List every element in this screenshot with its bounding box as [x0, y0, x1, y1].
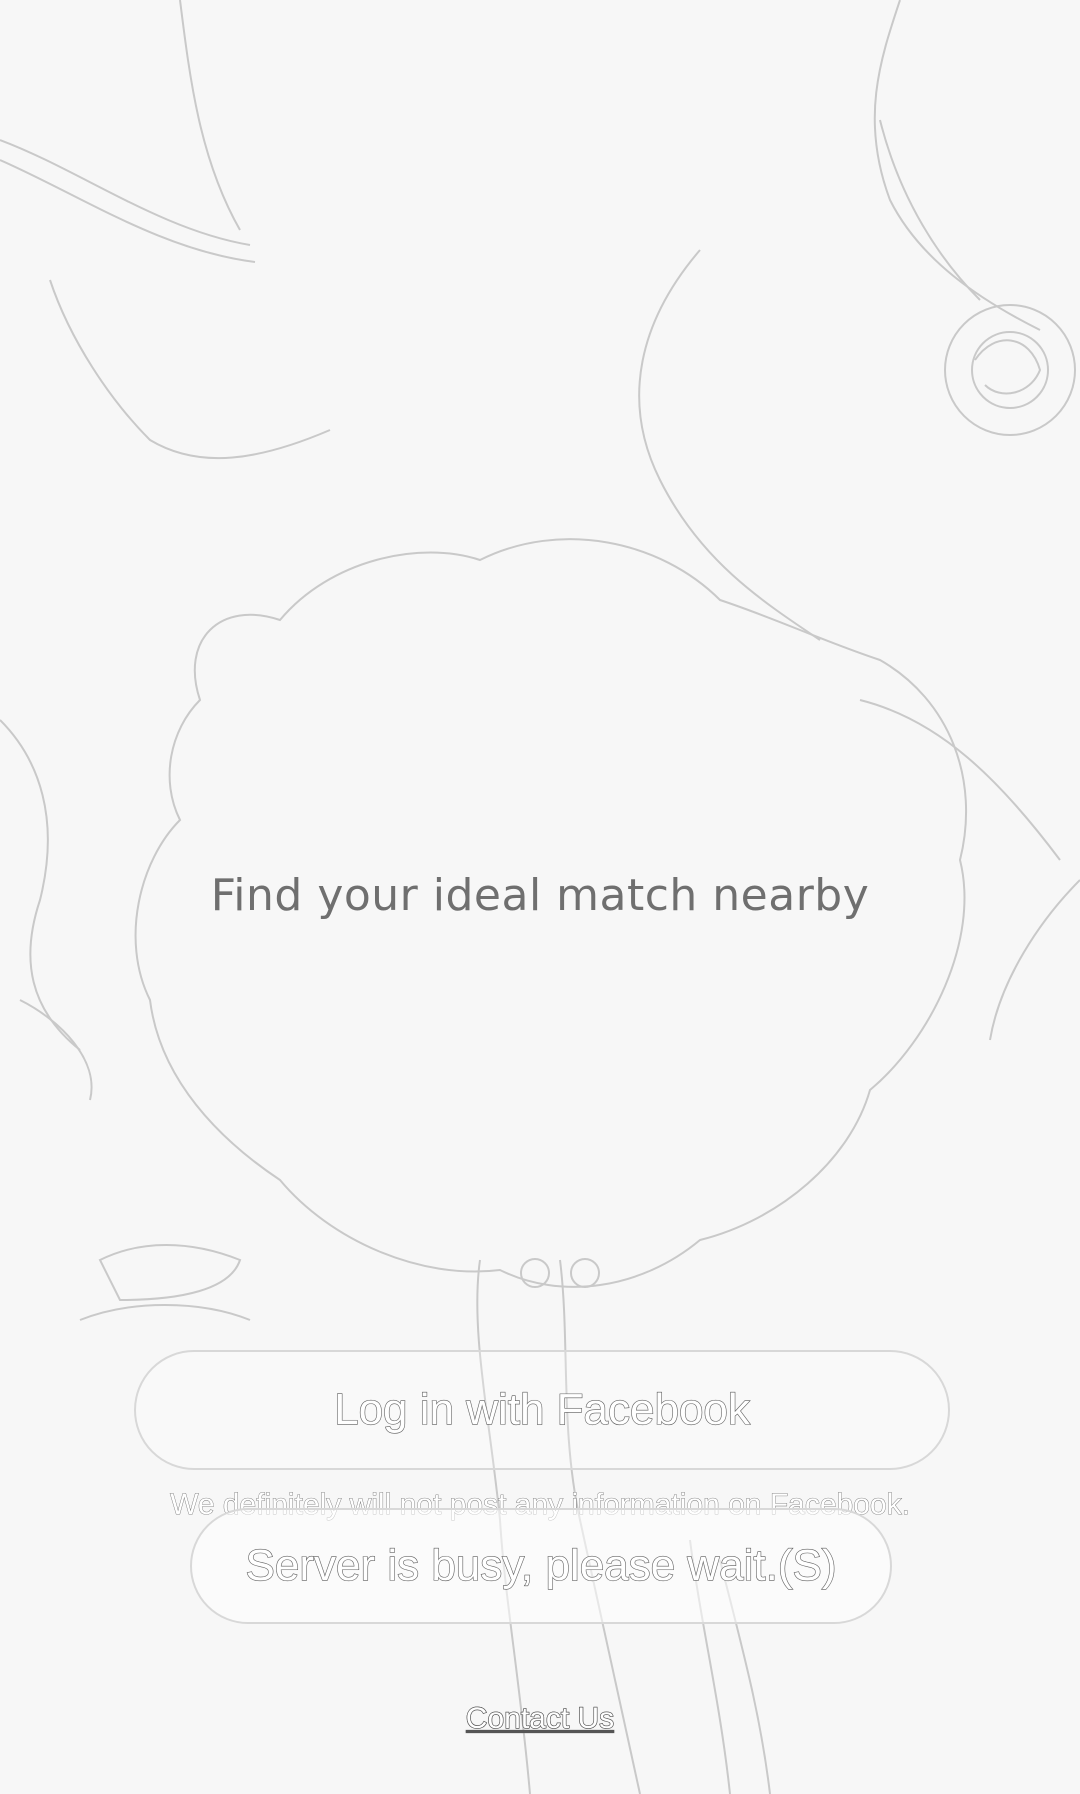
- facebook-login-label: Log in with Facebook: [333, 1384, 750, 1434]
- server-status-label: Server is busy, please wait.(S): [245, 1540, 837, 1590]
- facebook-login-button[interactable]: Log in with Facebook: [134, 1350, 950, 1470]
- tagline: Find your ideal match nearby: [210, 870, 870, 921]
- contact-us-link[interactable]: Contact Us: [0, 1701, 1080, 1736]
- server-status-button[interactable]: Server is busy, please wait.(S): [190, 1508, 892, 1624]
